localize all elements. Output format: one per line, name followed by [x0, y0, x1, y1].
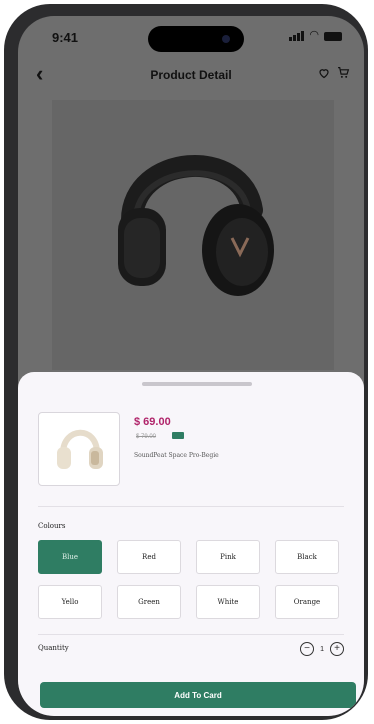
- quantity-label: Quantity: [38, 644, 69, 652]
- phone-frame: 9:41 ◠ ‹ Product Detail $ 69.00 $ 79.00 …: [4, 4, 368, 720]
- divider: [38, 634, 344, 635]
- colour-option-red[interactable]: Red: [117, 540, 181, 574]
- bottom-sheet: $ 69.00 $ 79.00 SoundPeat Space Pro-Begi…: [18, 372, 364, 716]
- screen: 9:41 ◠ ‹ Product Detail $ 69.00 $ 79.00 …: [18, 16, 364, 716]
- product-image: [52, 100, 334, 370]
- status-bar: 9:41 ◠: [18, 16, 364, 56]
- signal-icon: [289, 31, 305, 41]
- sheet-drag-handle[interactable]: [142, 382, 252, 386]
- heart-icon[interactable]: [318, 66, 330, 84]
- discount-badge: [172, 432, 184, 439]
- colour-option-yello[interactable]: Yello: [38, 585, 102, 619]
- product-name: SoundPeat Space Pro-Begie: [134, 452, 219, 459]
- colour-option-black[interactable]: Black: [275, 540, 339, 574]
- increment-button[interactable]: +: [330, 642, 344, 656]
- divider: [38, 506, 344, 507]
- page-title: Product Detail: [150, 68, 232, 82]
- colour-option-orange[interactable]: Orange: [275, 585, 339, 619]
- colours-label: Colours: [38, 522, 66, 530]
- wifi-icon: ◠: [309, 29, 319, 41]
- status-icons: ◠: [289, 30, 342, 41]
- colour-option-white[interactable]: White: [196, 585, 260, 619]
- quantity-value: 1: [320, 645, 324, 653]
- camera-dot: [222, 35, 230, 43]
- original-price: $ 79.00: [136, 434, 157, 440]
- colour-option-green[interactable]: Green: [117, 585, 181, 619]
- product-price: $ 69.00: [134, 416, 171, 428]
- colour-option-pink[interactable]: Pink: [196, 540, 260, 574]
- colour-options: Blue Red Pink Black Yello Green White Or…: [38, 540, 348, 619]
- app-bar: ‹ Product Detail: [18, 62, 364, 92]
- headphones-thumb-icon: [57, 429, 103, 469]
- dynamic-island: [148, 26, 244, 52]
- add-to-cart-button[interactable]: Add To Card: [40, 682, 356, 708]
- decrement-button[interactable]: −: [300, 642, 315, 656]
- status-time: 9:41: [52, 30, 79, 45]
- colour-option-blue[interactable]: Blue: [38, 540, 102, 574]
- quantity-stepper: − 1 +: [300, 642, 344, 656]
- cart-icon[interactable]: [337, 66, 350, 84]
- product-thumbnail: [38, 412, 120, 486]
- headphones-image: [118, 155, 274, 296]
- battery-icon: [324, 32, 342, 41]
